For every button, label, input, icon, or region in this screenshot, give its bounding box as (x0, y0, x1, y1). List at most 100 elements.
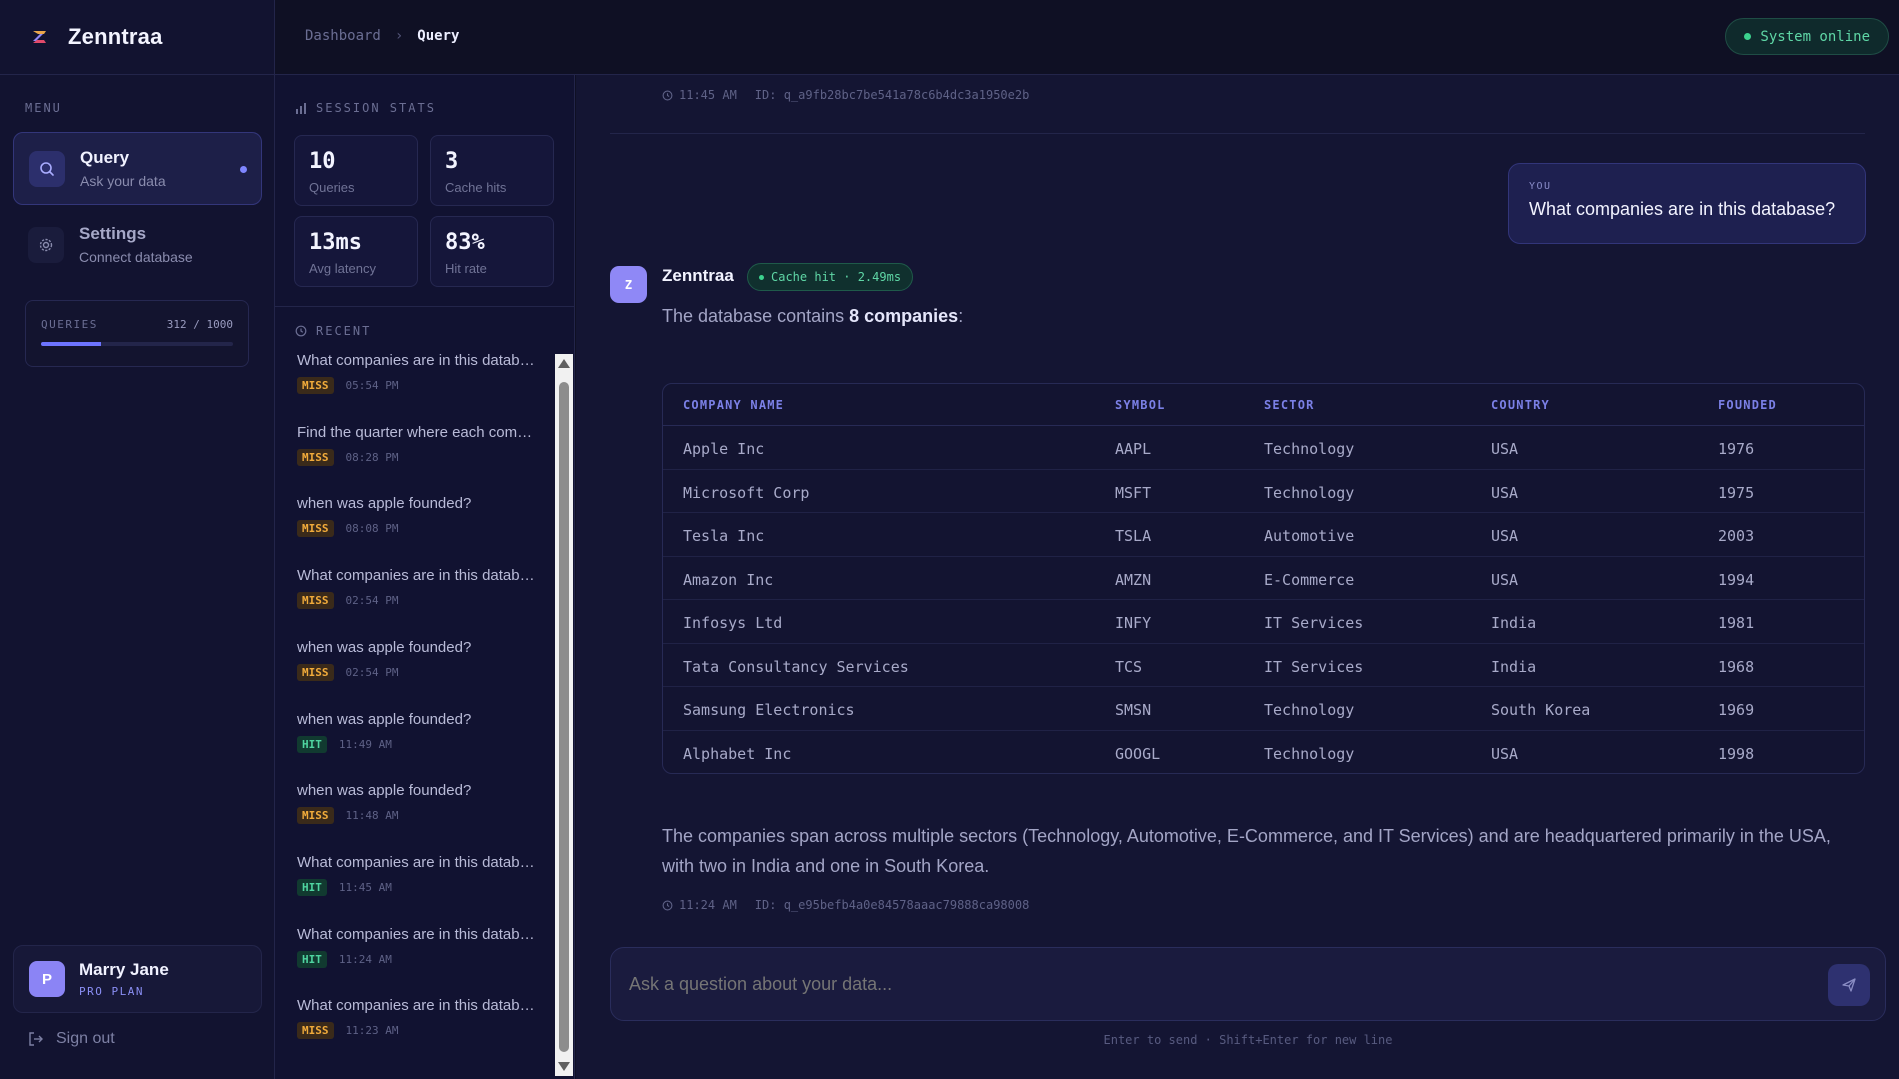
composer (610, 947, 1886, 1021)
recent-query-meta: HIT 11:49 AM (297, 735, 547, 753)
composer-hint: Enter to send · Shift+Enter for new line (1103, 1033, 1393, 1047)
session-stats-heading: SESSION STATS (295, 101, 436, 115)
recent-query-time: 05:54 PM (345, 379, 399, 392)
table-cell: 1968 (1718, 657, 1755, 676)
scrollbar-thumb[interactable] (559, 382, 569, 1052)
quota-count: 312 / 1000 (166, 318, 233, 331)
table-row: Alphabet Inc GOOGL Technology USA 1998 (663, 731, 1864, 774)
recent-query-item[interactable]: when was apple founded? MISS 11:48 AM (297, 782, 547, 825)
stat-value: 3 (445, 149, 459, 174)
recent-queries-list: What companies are in this database? MISS… (275, 352, 555, 1052)
table-cell: AMZN (1115, 570, 1152, 589)
status-text: System online (1760, 28, 1870, 45)
chat-area: 11:45 AM ID: q_a9fb28bc7be541a78c6b4dc3a… (576, 75, 1899, 1079)
assistant-name: Zenntraa (662, 266, 734, 285)
recent-query-item[interactable]: What companies are in this database? HIT 1… (297, 854, 547, 896)
table-cell: 1975 (1718, 483, 1755, 502)
table-cell: INFY (1115, 614, 1152, 632)
column-header: FOUNDED (1718, 398, 1777, 412)
scroll-down-arrow-icon[interactable] (558, 1062, 570, 1071)
recent-query-meta: HIT 11:45 AM (297, 878, 547, 896)
sidebar-item-subtitle: Connect database (79, 249, 193, 265)
recent-query-text: What companies are in this database? (297, 853, 537, 871)
recent-query-text: What companies are in this database? (297, 352, 537, 369)
recent-query-item[interactable]: when was apple founded? HIT 11:49 AM (297, 711, 547, 753)
recent-query-time: 02:54 PM (345, 665, 399, 679)
table-row: Infosys Ltd INFY IT Services India 1981 (663, 600, 1864, 644)
session-stats-panel: SESSION STATS 10 Queries 3 Cache hits 13… (275, 75, 575, 1079)
table-cell: USA (1491, 527, 1519, 545)
recent-query-text: What companies are in this database? (297, 997, 537, 1015)
cache-status-badge: HIT (297, 735, 327, 753)
breadcrumb: Dashboard › Query (305, 28, 459, 44)
chevron-right-icon: › (394, 28, 404, 44)
recent-query-item[interactable]: What companies are in this database? MISS… (297, 352, 547, 394)
user-message-text: What companies are in this database? (1529, 199, 1836, 219)
assistant-summary: The companies span across multiple secto… (662, 826, 1831, 876)
cache-status-badge: MISS (297, 1022, 334, 1040)
scroll-up-arrow-icon[interactable] (558, 359, 570, 368)
table-cell: IT Services (1264, 614, 1364, 632)
cache-dot-icon (759, 274, 764, 280)
recent-query-text: What companies are in this database? (297, 925, 537, 943)
sign-out-button[interactable]: Sign out (28, 1030, 115, 1048)
recent-query-item[interactable]: Find the quarter where each company had … (297, 424, 547, 466)
stat-label: Hit rate (445, 261, 487, 276)
table-cell: USA (1491, 570, 1519, 589)
table-row: Tata Consultancy Services TCS IT Services I… (663, 644, 1864, 687)
cache-status-badge: MISS (297, 663, 334, 681)
column-header: SECTOR (1264, 398, 1315, 412)
table-cell: AAPL (1115, 440, 1152, 458)
cache-hit-badge: Cache hit · 2.49ms (747, 263, 914, 291)
recent-query-item[interactable]: What companies are in this database? HIT 1… (297, 926, 547, 968)
user-label: YOU (1529, 181, 1552, 192)
recent-query-item[interactable]: What companies are in this database? MISS… (297, 567, 547, 610)
recent-query-text: What companies are in this database? (297, 567, 537, 585)
breadcrumb-dashboard[interactable]: Dashboard (305, 28, 381, 44)
recent-query-meta: HIT 11:24 AM (297, 950, 547, 968)
cache-status-badge: MISS (297, 377, 334, 394)
recent-query-item[interactable]: What companies are in this database? MISS… (297, 997, 547, 1040)
zenntraa-logo-icon (33, 31, 46, 43)
stat-label: Cache hits (445, 180, 507, 195)
quota-progress-fill (41, 342, 101, 346)
top-bar: Dashboard › Query System online (275, 0, 1899, 75)
sidebar-item-query[interactable]: Query Ask your data (13, 132, 262, 205)
cache-status-badge: MISS (297, 520, 334, 538)
stat-card-hit-rate: 83% Hit rate (430, 216, 554, 287)
recent-query-meta: MISS 11:48 AM (297, 807, 547, 825)
sidebar-item-title: Query (80, 148, 130, 167)
table-cell: 2003 (1718, 527, 1755, 545)
recent-query-meta: MISS 08:28 PM (297, 448, 547, 466)
active-indicator-dot (240, 166, 247, 173)
recent-query-item[interactable]: when was apple founded? MISS 02:54 PM (297, 639, 547, 681)
send-icon (1842, 978, 1856, 992)
user-card[interactable]: P Marry Jane PRO PLAN (13, 945, 262, 1013)
intro-prefix: The database contains (662, 306, 850, 326)
sign-out-label: Sign out (56, 1030, 115, 1047)
table-cell: IT Services (1264, 657, 1364, 676)
recent-query-item[interactable]: when was apple founded? MISS 08:08 PM (297, 495, 547, 538)
recent-query-text: when was apple founded? (297, 495, 472, 513)
column-header: COUNTRY (1491, 398, 1550, 412)
recent-query-time: 11:49 AM (338, 737, 392, 751)
stat-value: 83% (445, 230, 485, 255)
status-dot-icon (1744, 33, 1752, 40)
cache-status-badge: MISS (297, 448, 334, 466)
sidebar-item-settings[interactable]: Settings Connect database (13, 208, 262, 281)
recent-query-text: when was apple founded? (297, 710, 472, 728)
stat-card-avg-latency: 13ms Avg latency (294, 216, 418, 287)
query-input[interactable] (629, 974, 1779, 995)
send-button[interactable] (1828, 964, 1870, 1006)
table-cell: Infosys Ltd (683, 614, 783, 632)
recent-query-time: 11:45 AM (338, 880, 392, 894)
stat-card-cache-hits: 3 Cache hits (430, 135, 554, 206)
table-cell: SMSN (1115, 701, 1152, 719)
assistant-intro: The database contains 8 companies: (662, 306, 963, 327)
sidebar: Zenntraa MENU Query Ask your data Settin… (0, 0, 275, 1079)
cache-hit-text: Cache hit · 2.49ms (771, 270, 902, 284)
table-cell: E-Commerce (1264, 570, 1355, 589)
table-cell: Tata Consultancy Services (683, 657, 909, 676)
table-row: Tesla Inc TSLA Automotive USA 2003 (663, 513, 1864, 557)
recent-scrollbar[interactable] (555, 354, 573, 1076)
